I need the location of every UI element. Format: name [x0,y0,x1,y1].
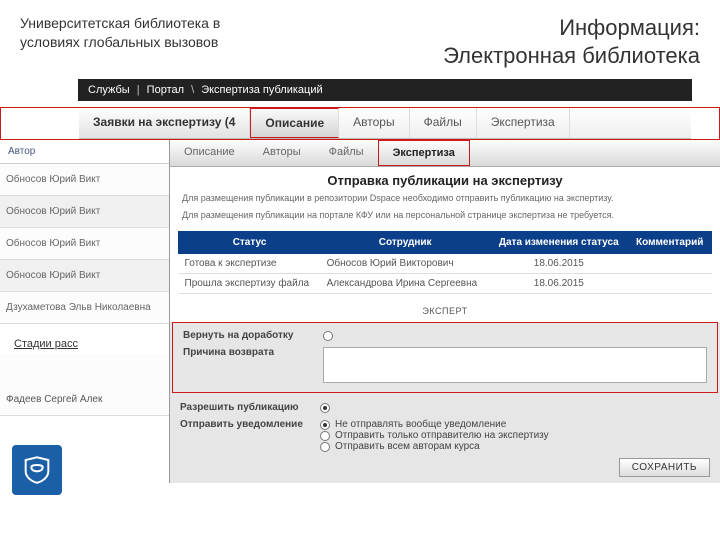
notify-opt1-radio[interactable] [320,420,330,430]
detail-panel: Описание Авторы Файлы Экспертиза Отправк… [170,140,720,483]
save-button[interactable]: СОХРАНИТЬ [619,458,710,477]
tab-expertise[interactable]: Экспертиза [379,141,469,165]
col-date: Дата изменения статуса [490,232,628,254]
list-item[interactable]: Дзухаметова Эльв Николаевна [0,292,169,324]
table-row: Готова к экспертизе Обносов Юрий Викторо… [179,254,712,274]
breadcrumb-item[interactable]: Портал [147,84,184,96]
notify-opt1-label: Не отправлять вообще уведомление [335,419,506,430]
allow-label: Разрешить публикацию [180,402,320,413]
allow-radio[interactable] [320,403,330,413]
tab-requests[interactable]: Заявки на экспертизу (4 [79,108,250,138]
reason-label: Причина возврата [183,347,323,358]
return-radio[interactable] [323,331,333,341]
section-subtitle: Для размещения публикации в репозитории … [170,190,720,207]
university-logo-icon [12,445,62,495]
author-list-header: Автор [0,140,169,164]
col-comment: Комментарий [628,232,712,254]
author-list-panel: Автор Обносов Юрий Викт Обносов Юрий Вик… [0,140,170,483]
col-employee: Сотрудник [321,232,490,254]
tab-description[interactable]: Описание [250,108,339,138]
tab-authors[interactable]: Авторы [339,108,409,138]
list-item[interactable]: Обносов Юрий Викт [0,196,169,228]
tab-authors[interactable]: Авторы [249,140,315,166]
list-item[interactable]: Обносов Юрий Викт [0,260,169,292]
stage-caption: Стадии расс [6,334,86,354]
tabs-inner: Описание Авторы Файлы Экспертиза [170,140,720,167]
notify-opt2-label: Отправить только отправителю на эксперти… [335,430,549,441]
tabs-outer: Заявки на экспертизу (4 Описание Авторы … [0,107,720,140]
section-title: Отправка публикации на экспертизу [170,167,720,190]
list-item[interactable]: Обносов Юрий Викт [0,228,169,260]
col-status: Статус [179,232,321,254]
tab-files[interactable]: Файлы [315,140,378,166]
breadcrumb-separator: \ [187,84,198,96]
table-row: Прошла экспертизу файла Александрова Ири… [179,274,712,294]
notify-opt2-radio[interactable] [320,431,330,441]
header-subtitle: Университетская библиотека в условиях гл… [20,14,270,69]
tab-expertise[interactable]: Экспертиза [477,108,570,138]
page-header: Университетская библиотека в условиях гл… [0,0,720,79]
header-title: Информация: Электронная библиотека [270,14,700,69]
list-item[interactable]: Фадеев Сергей Алек [0,354,169,416]
notify-opt3-label: Отправить всем авторам курса [335,441,480,452]
return-label: Вернуть на доработку [183,330,323,341]
list-item[interactable]: Обносов Юрий Викт [0,164,169,196]
expert-label: ЭКСПЕРТ [170,302,720,318]
tab-files[interactable]: Файлы [410,108,477,138]
notify-opt3-radio[interactable] [320,442,330,452]
reason-textarea[interactable] [323,347,707,383]
section-subtitle: Для размещения публикации на портале КФУ… [170,207,720,224]
notify-label: Отправить уведомление [180,419,320,430]
breadcrumb-separator: | [133,84,144,96]
breadcrumb: Службы | Портал \ Экспертиза публикаций [78,79,692,101]
tab-description[interactable]: Описание [170,140,249,166]
status-table: Статус Сотрудник Дата изменения статуса … [178,231,712,294]
breadcrumb-item[interactable]: Службы [88,84,130,96]
breadcrumb-item[interactable]: Экспертиза публикаций [201,84,322,96]
